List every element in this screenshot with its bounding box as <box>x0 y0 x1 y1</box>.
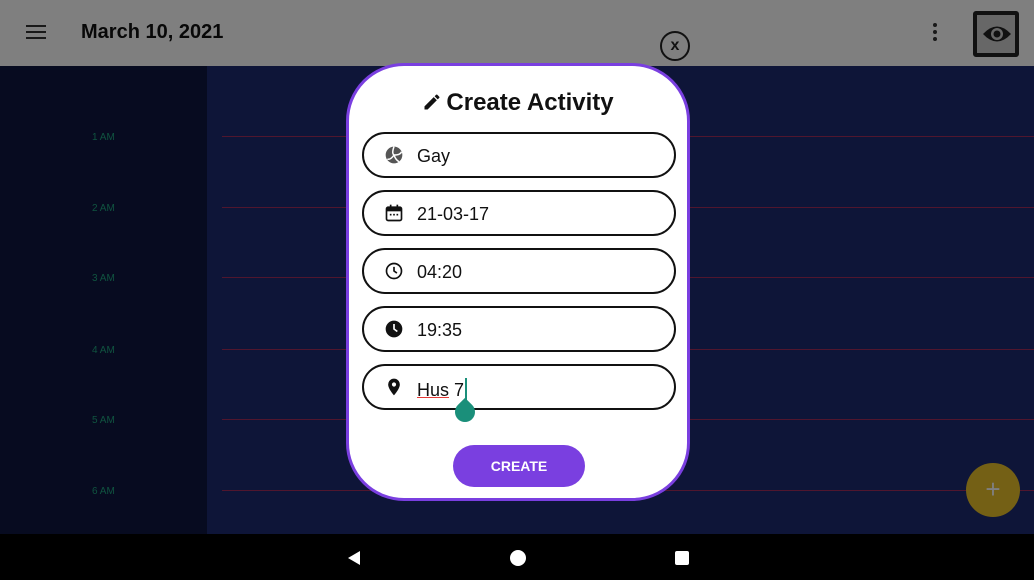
start-time-field[interactable]: 04:20 <box>362 248 676 294</box>
create-activity-dialog: Create Activity Gay 21-03-17 04:20 19:35 <box>346 63 690 501</box>
end-time-value: 19:35 <box>417 320 463 340</box>
location-pin-icon <box>388 378 400 396</box>
date-field[interactable]: 21-03-17 <box>362 190 676 236</box>
location-value[interactable]: Hus 7 <box>417 378 468 401</box>
create-button[interactable]: CREATE <box>453 445 585 487</box>
system-nav-bar <box>0 534 1034 580</box>
clock-outline-icon <box>385 262 403 280</box>
clock-filled-icon <box>385 320 403 338</box>
end-time-field[interactable]: 19:35 <box>362 306 676 352</box>
pencil-icon <box>424 94 440 110</box>
home-circle-icon[interactable] <box>510 550 526 566</box>
close-dialog-button[interactable]: x <box>660 31 690 61</box>
calendar-icon <box>385 204 403 222</box>
location-field[interactable]: Hus 7 <box>362 364 676 427</box>
recents-square-icon[interactable] <box>675 551 689 565</box>
text-cursor <box>465 378 468 400</box>
back-triangle-icon[interactable] <box>346 550 362 566</box>
text-selection-handle[interactable] <box>450 397 480 427</box>
location-rest: 7 <box>449 380 465 400</box>
volleyball-icon <box>385 146 403 164</box>
dialog-title-text: Create Activity <box>446 89 614 116</box>
dialog-title: Create Activity <box>349 89 687 117</box>
date-value: 21-03-17 <box>417 204 490 224</box>
location-word: Hus <box>417 380 450 400</box>
activity-type-field[interactable]: Gay <box>362 132 676 178</box>
start-time-value: 04:20 <box>417 262 463 282</box>
activity-type-value: Gay <box>417 146 451 166</box>
